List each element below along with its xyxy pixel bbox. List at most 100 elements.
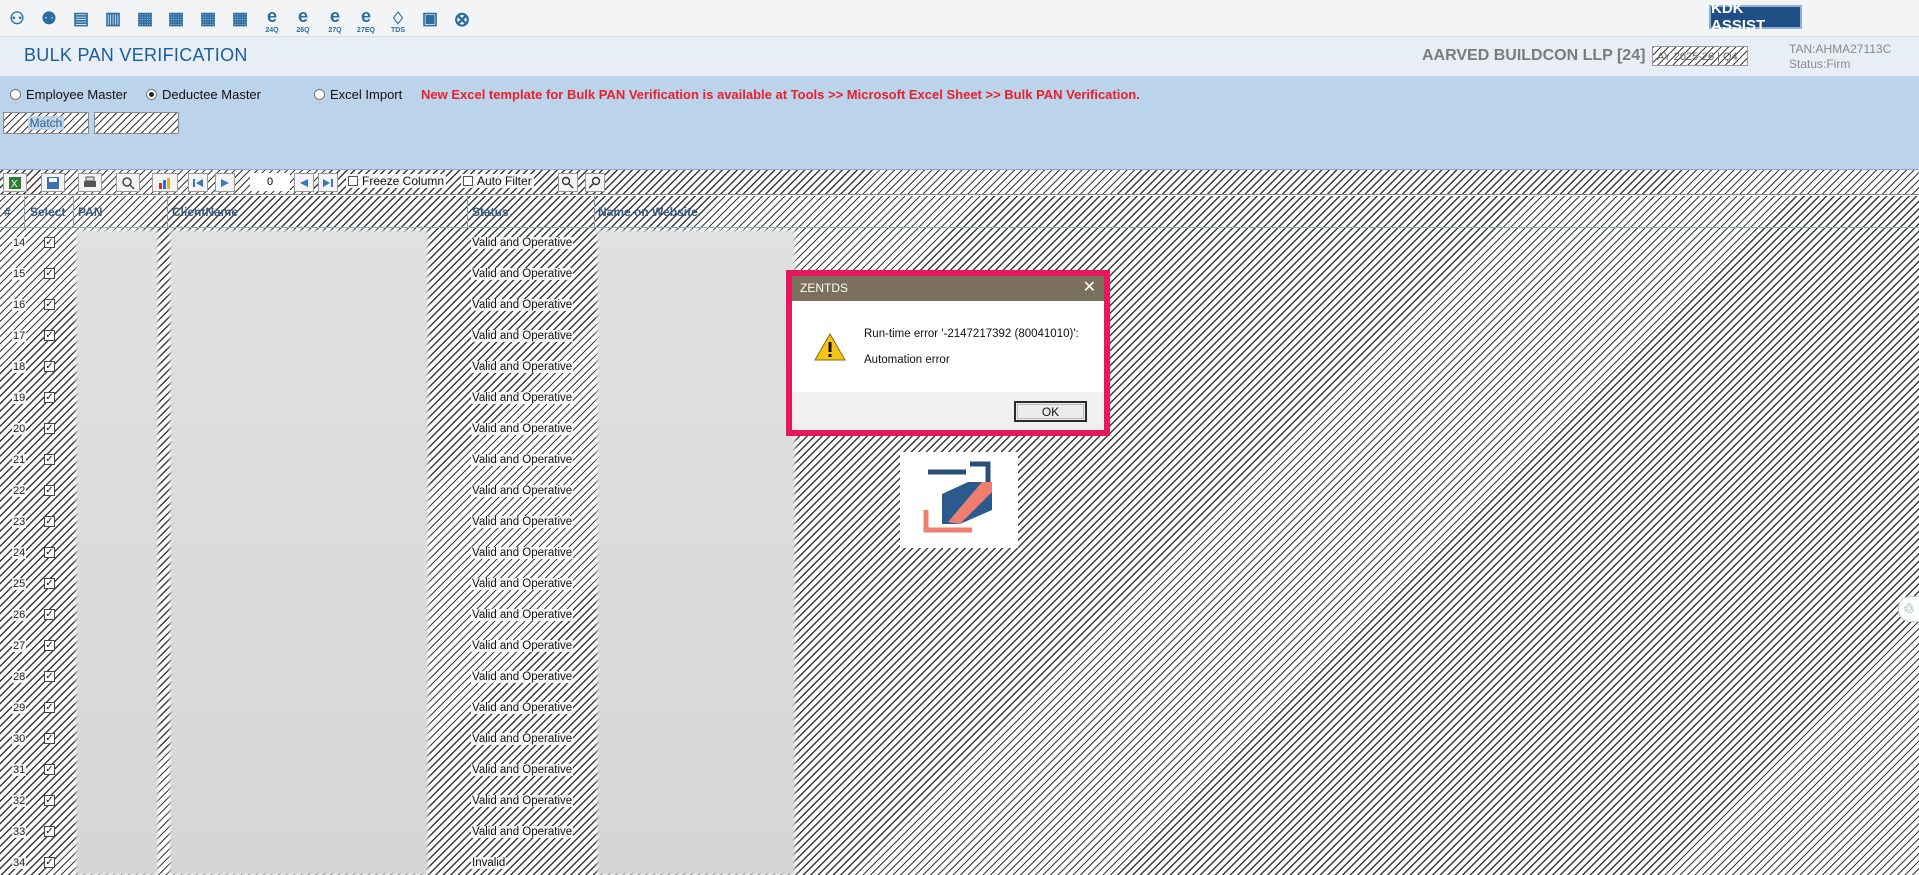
e-27eq-icon[interactable]: e 27EQ bbox=[354, 6, 378, 35]
group-icon[interactable]: ⚉ bbox=[37, 7, 61, 31]
select-checkbox[interactable]: ✓ bbox=[44, 578, 55, 589]
select-checkbox[interactable]: ✓ bbox=[44, 423, 55, 434]
radio-employee-master[interactable]: Employee Master bbox=[10, 87, 127, 102]
radio-excel-import[interactable]: Excel Import bbox=[314, 87, 402, 102]
toolbar-icon-label: 24Q bbox=[265, 27, 279, 34]
match-button[interactable]: Match bbox=[3, 112, 89, 134]
ok-button[interactable]: OK bbox=[1014, 401, 1087, 422]
e-26q-icon[interactable]: e 26Q bbox=[291, 6, 315, 35]
form-27q-icon-glyph: ▦ bbox=[199, 9, 217, 28]
table-row[interactable]: 18 ✓ Valid and Operative bbox=[0, 352, 800, 383]
select-checkbox[interactable]: ✓ bbox=[44, 392, 55, 403]
pan-status: Valid and Operative bbox=[471, 609, 574, 621]
radio-deductee-master[interactable]: Deductee Master bbox=[146, 87, 261, 102]
select-checkbox[interactable]: ✓ bbox=[44, 702, 55, 713]
chart-icon[interactable] bbox=[152, 173, 178, 192]
table-row[interactable]: 17 ✓ Valid and Operative bbox=[0, 321, 800, 352]
radio-label: Deductee Master bbox=[162, 87, 261, 102]
form-27eq-icon[interactable]: ▦ bbox=[228, 7, 252, 31]
next-record-icon[interactable] bbox=[294, 173, 314, 192]
freeze-column-checkbox[interactable]: Freeze Column bbox=[346, 174, 447, 188]
form-alt-icon-glyph: ▥ bbox=[104, 9, 122, 28]
table-row[interactable]: 20 ✓ Valid and Operative bbox=[0, 414, 800, 445]
form-24q-icon[interactable]: ▦ bbox=[133, 7, 157, 31]
form-icon[interactable]: ▤ bbox=[69, 7, 93, 31]
first-record-icon[interactable] bbox=[188, 173, 208, 192]
table-row[interactable]: 22 ✓ Valid and Operative bbox=[0, 476, 800, 507]
select-checkbox[interactable]: ✓ bbox=[44, 826, 55, 837]
row-number: 15 bbox=[12, 268, 27, 280]
table-row[interactable]: 29 ✓ Valid and Operative bbox=[0, 693, 800, 724]
previous-record-icon[interactable] bbox=[215, 173, 235, 192]
search-icon[interactable] bbox=[116, 173, 140, 192]
table-row[interactable]: 19 ✓ Valid and Operative bbox=[0, 383, 800, 414]
select-checkbox[interactable]: ✓ bbox=[44, 609, 55, 620]
pan-status: Valid and Operative bbox=[471, 237, 574, 249]
select-checkbox[interactable]: ✓ bbox=[44, 361, 55, 372]
table-row[interactable]: 31 ✓ Valid and Operative bbox=[0, 755, 800, 786]
table-row[interactable]: 28 ✓ Valid and Operative bbox=[0, 662, 800, 693]
side-assist-icon[interactable]: ♲ bbox=[1898, 596, 1919, 622]
table-row[interactable]: 16 ✓ Valid and Operative bbox=[0, 290, 800, 321]
e-24q-icon[interactable]: e 24Q bbox=[260, 6, 284, 35]
people-icon[interactable]: ⚇ bbox=[5, 7, 29, 31]
form-26q-icon[interactable]: ▦ bbox=[164, 7, 188, 31]
find-icon[interactable] bbox=[558, 173, 578, 192]
tds-icon[interactable]: ♢ TDS bbox=[386, 7, 410, 34]
table-row[interactable]: 23 ✓ Valid and Operative bbox=[0, 507, 800, 538]
select-checkbox[interactable]: ✓ bbox=[44, 454, 55, 465]
dialog-title: ZENTDS bbox=[800, 281, 848, 295]
table-row[interactable]: 30 ✓ Valid and Operative bbox=[0, 724, 800, 755]
table-row[interactable]: 14 ✓ Valid and Operative bbox=[0, 228, 800, 259]
form-27q-icon[interactable]: ▦ bbox=[196, 7, 220, 31]
select-checkbox[interactable]: ✓ bbox=[44, 268, 55, 279]
row-number: 24 bbox=[12, 547, 27, 559]
select-checkbox[interactable]: ✓ bbox=[44, 764, 55, 775]
column-header-status[interactable]: Status bbox=[472, 205, 509, 219]
table-row[interactable]: 33 ✓ Valid and Operative bbox=[0, 817, 800, 848]
find-next-icon[interactable] bbox=[585, 173, 605, 192]
excel-export-icon[interactable]: X bbox=[3, 173, 27, 192]
close-icon[interactable]: ✕ bbox=[1083, 279, 1096, 297]
select-checkbox[interactable]: ✓ bbox=[44, 795, 55, 806]
close-circle-icon[interactable]: ⊗ bbox=[450, 7, 474, 31]
select-checkbox[interactable]: ✓ bbox=[44, 733, 55, 744]
e-27q-icon[interactable]: e 27Q bbox=[323, 6, 347, 35]
table-row[interactable]: 34 ✓ Invalid bbox=[0, 848, 800, 875]
column-header-client-name[interactable]: ClientName bbox=[172, 205, 238, 219]
select-checkbox[interactable]: ✓ bbox=[44, 640, 55, 651]
select-checkbox[interactable]: ✓ bbox=[44, 671, 55, 682]
auto-filter-checkbox[interactable]: Auto Filter bbox=[461, 174, 534, 188]
column-header-pan[interactable]: PAN bbox=[78, 205, 102, 219]
pan-status: Valid and Operative bbox=[471, 795, 574, 807]
people-icon-glyph: ⚇ bbox=[9, 9, 25, 28]
assessment-year-selector[interactable]: AY 2025-26 | Q4 bbox=[1652, 46, 1748, 66]
select-checkbox[interactable]: ✓ bbox=[44, 485, 55, 496]
table-row[interactable]: 15 ✓ Valid and Operative bbox=[0, 259, 800, 290]
column-header-number[interactable]: # bbox=[4, 205, 11, 219]
table-row[interactable]: 26 ✓ Valid and Operative bbox=[0, 600, 800, 631]
table-row[interactable]: 27 ✓ Valid and Operative bbox=[0, 631, 800, 662]
select-checkbox[interactable]: ✓ bbox=[44, 237, 55, 248]
table-row[interactable]: 21 ✓ Valid and Operative bbox=[0, 445, 800, 476]
column-header-select[interactable]: Select bbox=[30, 205, 65, 219]
select-checkbox[interactable]: ✓ bbox=[44, 299, 55, 310]
save-icon[interactable] bbox=[41, 173, 65, 192]
print-icon[interactable] bbox=[78, 173, 102, 192]
notepad-icon[interactable]: ▣ bbox=[418, 7, 442, 31]
table-row[interactable]: 32 ✓ Valid and Operative bbox=[0, 786, 800, 817]
last-record-icon[interactable] bbox=[318, 173, 338, 192]
table-row[interactable]: 24 ✓ Valid and Operative bbox=[0, 538, 800, 569]
record-number-field[interactable]: 0 bbox=[250, 173, 290, 191]
select-checkbox[interactable]: ✓ bbox=[44, 857, 55, 868]
radio-selected-icon bbox=[146, 89, 157, 100]
dialog-title-bar: ZENTDS ✕ bbox=[792, 276, 1104, 301]
form-alt-icon[interactable]: ▥ bbox=[101, 7, 125, 31]
table-row[interactable]: 25 ✓ Valid and Operative bbox=[0, 569, 800, 600]
kdk-assist-button[interactable]: KDK ASSIST bbox=[1709, 0, 1802, 34]
select-checkbox[interactable]: ✓ bbox=[44, 547, 55, 558]
select-checkbox[interactable]: ✓ bbox=[44, 330, 55, 341]
column-header-name-on-website[interactable]: Name on Website bbox=[598, 205, 698, 219]
secondary-action-button[interactable] bbox=[94, 112, 179, 134]
select-checkbox[interactable]: ✓ bbox=[44, 516, 55, 527]
